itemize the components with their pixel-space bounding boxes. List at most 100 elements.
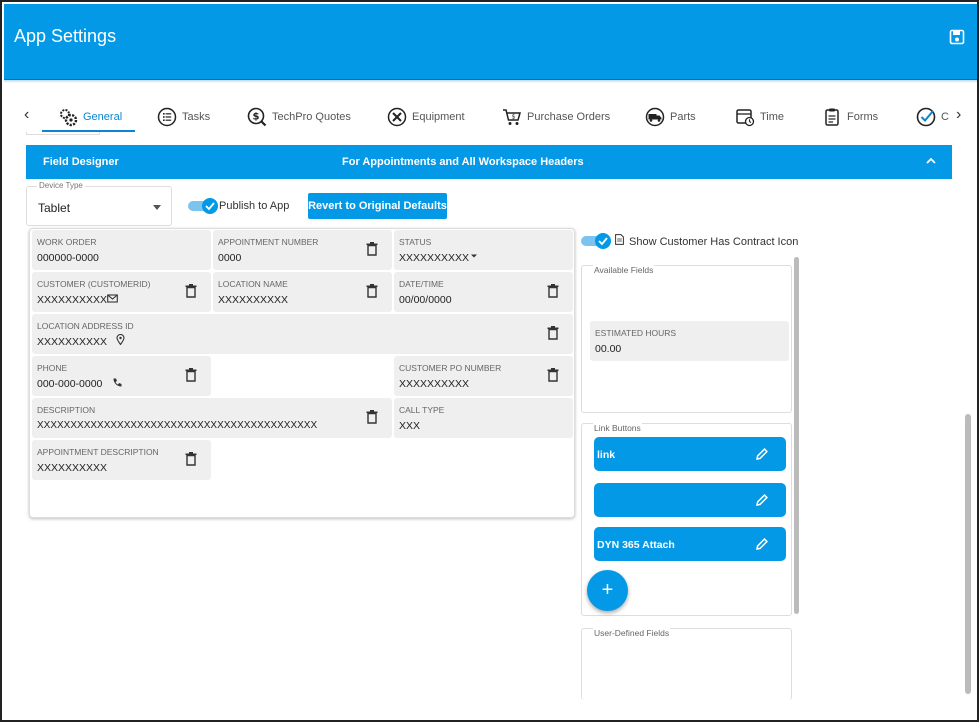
trash-icon[interactable]	[366, 410, 378, 424]
field-value: 000000-0000	[37, 252, 99, 264]
field-description[interactable]: DESCRIPTION XXXXXXXXXXXXXXXXXXXXXXXXXXXX…	[32, 398, 392, 438]
tab-equipment[interactable]: Equipment	[387, 102, 465, 132]
trash-icon[interactable]	[547, 326, 559, 340]
field-value: 0000	[218, 252, 242, 264]
calendar-clock-icon	[736, 109, 755, 127]
field-date-time[interactable]: DATE/TIME 00/00/0000	[394, 272, 573, 312]
field-label: PHONE	[37, 363, 68, 373]
phone-icon	[113, 378, 122, 387]
field-value: XXXXXXXXXX	[37, 336, 108, 348]
trash-icon[interactable]	[366, 284, 378, 298]
available-field-estimated-hours[interactable]: ESTIMATED HOURS 00.00	[590, 321, 789, 361]
trash-icon[interactable]	[366, 242, 378, 256]
app-window: App Settings ‹ General Tasks $ TechPro Q…	[0, 0, 979, 722]
link-button-label: link	[597, 449, 616, 461]
pencil-icon[interactable]	[755, 493, 769, 507]
chevron-up-icon[interactable]	[925, 155, 937, 167]
trash-icon[interactable]	[185, 368, 197, 382]
field-value: XXXXXXXXXXXXXXXXXXXXXXXXXXXXXXXXXXXXXXXX…	[37, 420, 318, 431]
app-bar: App Settings	[4, 4, 977, 80]
pencil-icon[interactable]	[755, 447, 769, 461]
document-icon	[615, 234, 624, 245]
field-value: XXXXXXXXXX	[218, 294, 289, 306]
save-icon[interactable]	[949, 29, 965, 45]
field-customer[interactable]: CUSTOMER (CUSTOMERID) XXXXXXXXXX	[32, 272, 211, 312]
device-type-select[interactable]: Device Type Tablet	[26, 181, 172, 226]
tabs-scroll-left-icon[interactable]: ‹	[24, 106, 29, 124]
link-button[interactable]	[594, 483, 786, 517]
link-button[interactable]: link	[594, 437, 786, 471]
available-fields-label: Available Fields	[593, 265, 655, 275]
tab-time[interactable]: Time	[735, 102, 784, 132]
field-appointment-description[interactable]: APPOINTMENT DESCRIPTION XXXXXXXXXX	[32, 440, 211, 480]
mail-icon	[107, 294, 118, 303]
link-button[interactable]: DYN 365 Attach	[594, 527, 786, 561]
field-value: XXXXXXXXXX	[37, 294, 108, 306]
field-designer-header[interactable]: Field Designer For Appointments and All …	[26, 145, 952, 179]
field-location-address[interactable]: LOCATION ADDRESS ID XXXXXXXXXX	[32, 314, 573, 354]
add-link-button[interactable]: +	[587, 570, 628, 611]
gears-icon	[60, 109, 78, 127]
field-value: 00/00/0000	[399, 294, 452, 306]
tab-label: Parts	[670, 111, 696, 123]
app-bar-shadow	[4, 80, 977, 83]
field-value: XXXXXXXXXX	[399, 252, 470, 264]
tabs-scroll-right-icon[interactable]: ›	[956, 106, 961, 124]
trash-icon[interactable]	[547, 368, 559, 382]
field-appointment-number[interactable]: APPOINTMENT NUMBER 0000	[213, 230, 392, 270]
contract-icon-label: Show Customer Has Contract Icon	[629, 236, 799, 248]
field-value: XXX	[399, 420, 421, 432]
tab-tasks[interactable]: Tasks	[157, 102, 210, 132]
tab-label: TechPro Quotes	[272, 111, 351, 123]
field-status[interactable]: STATUS XXXXXXXXXX	[394, 230, 573, 270]
field-location-name[interactable]: LOCATION NAME XXXXXXXXXX	[213, 272, 392, 312]
field-phone[interactable]: PHONE 000-000-0000	[32, 356, 211, 396]
tab-general[interactable]: General	[58, 102, 122, 132]
page-scrollbar[interactable]	[965, 414, 971, 694]
contract-icon-toggle[interactable]	[581, 233, 611, 249]
field-label: LOCATION NAME	[218, 279, 288, 289]
field-value: 00.00	[595, 343, 622, 355]
field-label: CALL TYPE	[399, 405, 445, 415]
list-icon	[157, 107, 177, 127]
divider	[26, 132, 100, 135]
field-layout-panel: WORK ORDER 000000-0000 APPOINTMENT NUMBE…	[29, 228, 575, 518]
field-call-type[interactable]: CALL TYPE XXX	[394, 398, 573, 438]
toggle-knob	[595, 233, 611, 249]
tab-label: C	[941, 111, 949, 123]
field-designer-title: Field Designer	[43, 156, 119, 168]
field-work-order[interactable]: WORK ORDER 000000-0000	[32, 230, 211, 270]
cart-icon: $	[503, 109, 521, 125]
tab-purchase-orders[interactable]: $ Purchase Orders	[502, 102, 610, 132]
field-label: CUSTOMER PO NUMBER	[399, 363, 502, 373]
tab-label: Equipment	[412, 111, 465, 123]
trash-icon[interactable]	[185, 452, 197, 466]
field-label: DESCRIPTION	[37, 405, 96, 415]
page-title: App Settings	[14, 26, 117, 46]
trash-icon[interactable]	[547, 284, 559, 298]
field-label: ESTIMATED HOURS	[595, 328, 677, 338]
tab-bar: ‹ General Tasks $ TechPro Quotes Equipme…	[16, 98, 971, 134]
location-pin-icon	[116, 334, 125, 345]
field-label: CUSTOMER (CUSTOMERID)	[37, 279, 151, 289]
caret-down-icon	[471, 254, 477, 258]
truck-icon	[645, 107, 665, 127]
field-label: STATUS	[399, 237, 432, 247]
sidebar-scrollbar[interactable]	[794, 257, 799, 614]
field-customer-po[interactable]: CUSTOMER PO NUMBER XXXXXXXXXX	[394, 356, 573, 396]
revert-defaults-button[interactable]: Revert to Original Defaults	[308, 193, 447, 219]
field-value: XXXXXXXXXX	[399, 378, 470, 390]
tab-parts[interactable]: Parts	[645, 102, 696, 132]
check-circle-icon	[916, 107, 936, 127]
check-icon	[205, 202, 215, 211]
trash-icon[interactable]	[185, 284, 197, 298]
tab-techpro-quotes[interactable]: $ TechPro Quotes	[247, 102, 351, 132]
pencil-icon[interactable]	[755, 537, 769, 551]
caret-down-icon	[153, 205, 161, 210]
tab-forms[interactable]: Forms	[822, 102, 878, 132]
field-label: APPOINTMENT NUMBER	[218, 237, 319, 247]
dollar-search-icon: $	[247, 107, 267, 127]
publish-toggle[interactable]	[188, 198, 218, 214]
check-icon	[598, 237, 608, 246]
tab-c[interactable]: C	[916, 102, 949, 132]
